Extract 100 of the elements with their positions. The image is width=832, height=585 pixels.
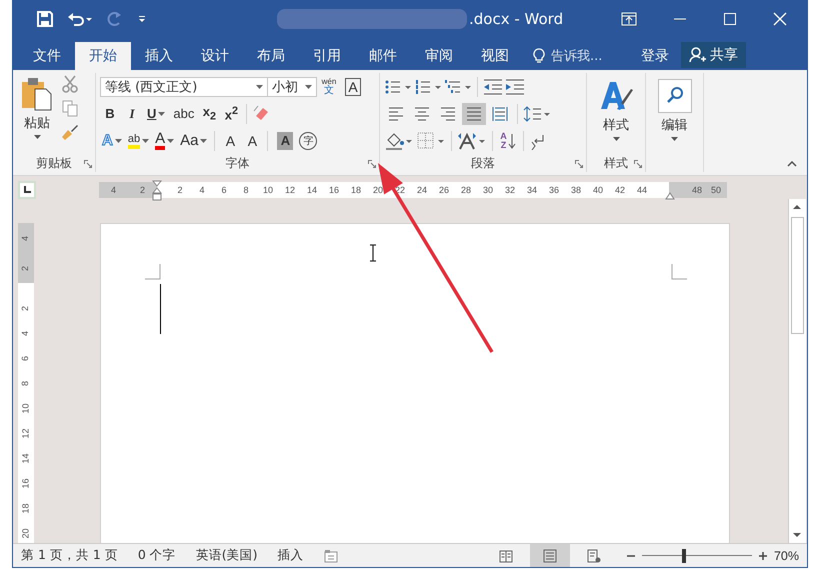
save-icon[interactable] [37, 11, 53, 27]
maximize-icon[interactable] [723, 12, 737, 26]
share-button[interactable]: 共享 [681, 42, 746, 68]
tab-selector[interactable] [18, 181, 36, 199]
align-icon [492, 106, 508, 120]
clipboard-icon [21, 77, 53, 111]
right-indent-icon[interactable] [665, 192, 675, 200]
ruler-number: 40 [592, 185, 604, 195]
close-icon[interactable] [773, 12, 787, 26]
caret-icon [200, 138, 208, 142]
grow-font-button[interactable]: A [220, 130, 240, 152]
view-button[interactable] [530, 544, 570, 567]
dialog-launcher-icon[interactable] [634, 160, 642, 168]
dialog-launcher-icon[interactable] [575, 160, 583, 168]
insert-mode[interactable]: 插入 [278, 547, 304, 564]
character-border-button[interactable]: A [345, 78, 361, 96]
scissors-icon[interactable] [61, 75, 79, 93]
dialog-launcher-icon[interactable] [84, 160, 92, 168]
text-cursor [160, 284, 161, 334]
word-count[interactable]: 0 个字 [138, 547, 176, 564]
multilevel-list-icon[interactable] [444, 78, 472, 96]
format-button[interactable]: U [144, 102, 168, 124]
caret-icon [158, 112, 166, 116]
highlight-button[interactable]: ab [126, 130, 152, 152]
print-layout-icon [542, 548, 557, 562]
ruler-number: 8 [242, 185, 250, 195]
zoom-percentage[interactable]: 70% [774, 548, 799, 562]
ribbon-tab[interactable]: 插入 [131, 42, 187, 70]
ruler-number: 8 [20, 381, 32, 386]
ruler-number: 48 [692, 185, 702, 195]
ribbon-tab[interactable]: 视图 [467, 42, 523, 70]
caret-icon [142, 138, 150, 142]
ribbon-tab[interactable]: 邮件 [355, 42, 411, 70]
styles-button[interactable]: 样式 [599, 73, 633, 141]
page-count[interactable]: 第 1 页，共 1 页 [21, 547, 118, 564]
enclose-characters-button[interactable]: 字 [299, 132, 318, 150]
line-spacing-icon[interactable] [523, 104, 551, 122]
scrollbar-thumb[interactable] [791, 217, 804, 334]
customize-icon[interactable] [137, 14, 147, 24]
ribbon-tab[interactable]: 布局 [243, 42, 299, 70]
caret-icon [256, 84, 263, 88]
ruler-number: 4 [198, 185, 206, 195]
ruler-number: 10 [20, 404, 32, 414]
ruler-number: 4 [110, 185, 116, 195]
collapse-ribbon-icon[interactable] [787, 161, 797, 167]
indent-markers-icon[interactable] [152, 180, 162, 202]
paste-button[interactable]: 粘贴 [17, 73, 57, 155]
ruler-number: 6 [220, 185, 228, 195]
font-name-dropdown[interactable]: 等线 (西文正文) [100, 76, 268, 96]
change-case-button[interactable]: Aa [178, 130, 210, 152]
ribbon-display-icon[interactable] [621, 12, 637, 26]
language-indicator[interactable]: 英语(美国) [196, 547, 258, 564]
web-layout-icon [586, 548, 601, 562]
ruler-number: 14 [306, 185, 318, 195]
borders-icon[interactable] [416, 130, 446, 150]
alignment-button[interactable] [462, 102, 486, 124]
format-button[interactable]: B [100, 102, 120, 124]
ribbon-tab[interactable]: 引用 [299, 42, 355, 70]
zoom-in-icon[interactable] [758, 550, 768, 560]
format-button[interactable]: I [122, 102, 142, 124]
vertical-scrollbar[interactable] [788, 199, 806, 543]
ruler-number: 16 [20, 478, 32, 488]
bullets-icon[interactable] [384, 78, 412, 96]
format-button[interactable]: abc [170, 102, 198, 124]
sort-button[interactable]: A Z [498, 130, 518, 152]
ribbon-tab[interactable]: 设计 [187, 42, 243, 70]
editing-button[interactable]: 编辑 [658, 73, 692, 141]
zoom-slider-thumb[interactable] [682, 548, 686, 562]
ruler-number: 20 [372, 185, 384, 195]
caret-icon [671, 137, 678, 141]
ribbon-tab[interactable]: 开始 [75, 42, 131, 70]
increase-indent-icon[interactable] [505, 78, 525, 96]
ruler-number: 2 [140, 185, 145, 195]
align-icon [414, 106, 430, 120]
dialog-launcher-icon[interactable] [368, 160, 376, 168]
decrease-indent-icon[interactable] [483, 78, 503, 96]
undo-icon[interactable] [67, 11, 93, 27]
tell-me-field[interactable]: 告诉我... [549, 48, 619, 64]
ruler-number: 4 [20, 236, 32, 240]
character-shading-button[interactable]: A [277, 132, 294, 150]
paint-bucket-icon[interactable] [384, 130, 414, 150]
ribbon-tab[interactable]: 审阅 [411, 42, 467, 70]
group-label: 剪贴板 [36, 155, 72, 172]
ruler-number: 2 [20, 306, 32, 311]
shrink-font-button[interactable]: A [242, 130, 262, 152]
format-button[interactable]: x$^{2}$ [221, 102, 242, 124]
phonetic-guide-button[interactable]: wén 文 [319, 76, 339, 98]
caret-icon [34, 135, 40, 139]
numbering-icon[interactable] [414, 78, 442, 96]
macro-record-icon[interactable] [324, 548, 338, 562]
sign-in-link[interactable]: 登录 [635, 42, 675, 70]
format-button[interactable]: x$_{2}$ [199, 102, 220, 124]
align-icon [440, 106, 456, 120]
paintbrush-icon[interactable] [61, 123, 79, 141]
caret-icon [305, 84, 312, 88]
font-size-dropdown[interactable]: 小初 [267, 76, 317, 96]
font-color-button[interactable]: A [153, 130, 176, 152]
ribbon-tab[interactable]: 文件 [19, 42, 75, 70]
ruler-number: 30 [482, 185, 494, 195]
asian-layout-icon[interactable] [457, 130, 487, 150]
